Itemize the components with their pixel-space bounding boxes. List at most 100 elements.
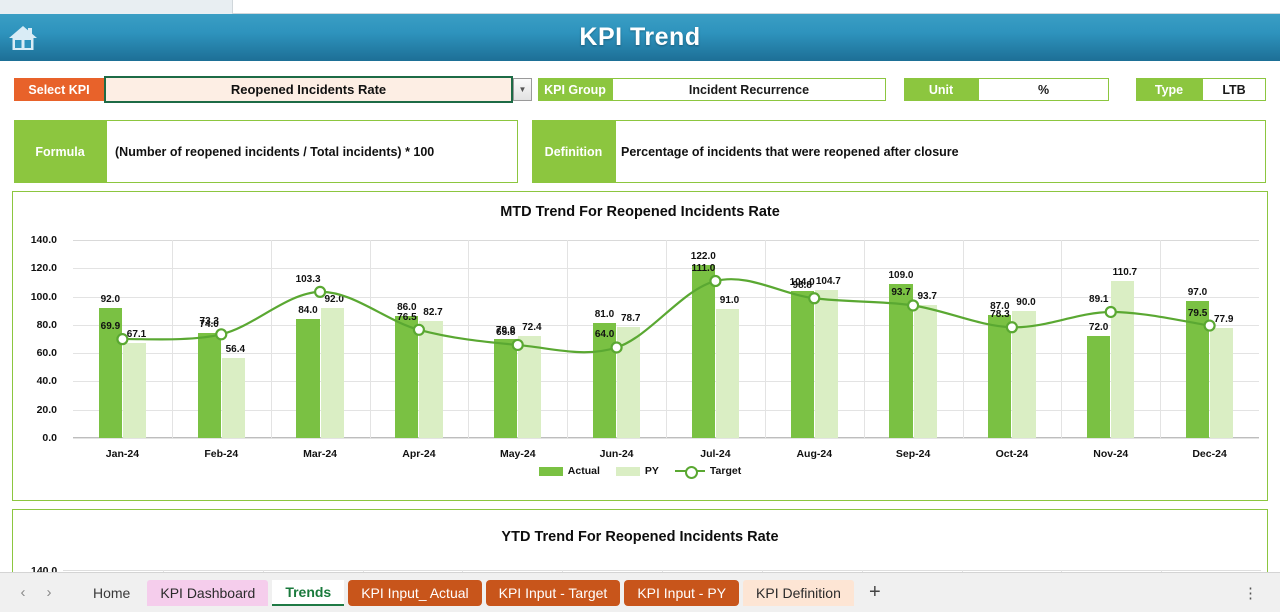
mtd-chart-plot-area: 0.0 20.0 40.0 60.0 80.0 100.0 120.0 140.0 92.0 67… [31,234,1259,460]
sheet-tab-kpi-input-py[interactable]: KPI Input - PY [624,579,740,606]
data-label-py: 82.7 [423,307,443,319]
data-label-py: 77.9 [1213,313,1234,325]
sheet-tab-bar: ‹ › Home KPI Dashboard Trends KPI Input_ Ac… [0,572,1280,612]
data-label-py: 90.0 [1016,296,1036,308]
bar-py[interactable] [814,289,838,438]
legend-label: Target [709,465,742,477]
sheet-tab-trends[interactable]: Trends [272,579,345,606]
home-icon[interactable] [8,24,38,52]
x-axis-tick: Mar-24 [303,448,338,460]
bar-py[interactable] [1012,310,1036,438]
sheet-tab-home[interactable]: Home [80,580,143,606]
bar-py[interactable] [617,326,641,438]
data-label-py: 104.7 [815,275,841,287]
mtd-chart-title: MTD Trend For Reopened Incidents Rate [500,204,780,220]
legend-item-target[interactable]: Target [674,465,742,479]
y-axis-tick: 20.0 [36,403,57,416]
gridline [73,438,1259,439]
legend-item-py[interactable]: PY [615,465,659,477]
data-label-py: 72.4 [522,321,542,333]
legend-label: Actual [567,465,600,477]
data-label-target: 98.8 [792,280,812,292]
sheet-tab-kpi-dashboard[interactable]: KPI Dashboard [147,579,269,606]
data-label-py: 93.7 [917,291,937,303]
legend-line-marker-icon [674,466,705,479]
bar-actual[interactable] [790,290,814,438]
data-label-py: 92.0 [324,293,344,305]
spreadsheet-row-strip [0,0,1280,14]
prev-sheet-button[interactable]: ‹ [10,580,36,606]
formula-cell-area [232,0,1280,14]
bar-py[interactable] [320,307,344,438]
data-label-py: 78.7 [620,312,641,324]
sheet-tab-kpi-input-target[interactable]: KPI Input - Target [485,579,621,606]
next-sheet-button[interactable]: › [36,580,62,606]
y-axis-tick: 80.0 [36,318,57,331]
bar-actual[interactable] [395,316,419,438]
bar-actual[interactable] [197,333,221,438]
bar-py[interactable] [419,321,443,438]
data-label-target: 103.3 [295,273,321,285]
definition-value: Percentage of incidents that were reopen… [615,120,1266,183]
bar-py[interactable] [715,309,740,438]
y-axis-tick: 140.0 [30,234,57,246]
data-label-actual: 122.0 [690,251,716,263]
kpi-group-value: Incident Recurrence [612,78,886,101]
sheet-tab-kpi-definition[interactable]: KPI Definition [743,579,854,606]
category-separator [1160,240,1162,438]
data-label-target: 79.5 [1187,307,1208,319]
data-label-target: 64.0 [594,329,615,341]
kpi-group-label: KPI Group [538,78,612,101]
bar-actual[interactable] [988,314,1012,438]
x-axis-tick: Sep-24 [895,448,931,460]
legend-swatch-icon [538,466,563,476]
chart-legend: Actual PY Target [13,465,1267,479]
category-separator [171,240,173,438]
data-label-target: 89.1 [1089,293,1109,305]
bar-actual[interactable] [494,339,518,438]
bar-actual[interactable] [889,283,913,438]
category-separator [270,240,272,438]
legend-swatch-icon [615,466,640,476]
bar-py[interactable] [913,305,937,438]
sheet-tab-kpi-input-actual[interactable]: KPI Input_ Actual [348,579,482,606]
data-label-actual: 92.0 [100,293,121,305]
formula-label: Formula [14,120,106,183]
page-banner: KPI Trend [0,14,1280,61]
add-sheet-button[interactable]: + [858,581,892,604]
sheet-overflow-menu-icon[interactable]: ⋮ [1243,584,1258,602]
ytd-chart-title: YTD Trend For Reopened Incidents Rate [501,529,779,545]
data-label-py: 110.7 [1112,267,1138,279]
bar-py[interactable] [518,335,542,438]
y-axis-tick: 60.0 [36,347,57,360]
definition-label: Definition [532,120,615,183]
x-axis-tick: Nov-24 [1093,448,1129,460]
data-label-py: 56.4 [225,344,246,356]
bar-actual[interactable] [296,319,320,438]
bar-py[interactable] [221,358,245,438]
chevron-down-icon[interactable]: ▼ [513,78,532,101]
category-separator [666,240,667,438]
data-label-actual: 84.0 [298,305,318,317]
data-label-target: 111.0 [691,263,716,274]
data-label-py: 67.1 [126,329,147,341]
y-axis-tick: 0.0 [42,432,57,444]
category-separator [468,240,470,438]
bar-actual[interactable] [592,323,617,438]
data-label-target: 69.9 [100,321,121,333]
category-separator [764,240,766,438]
bar-actual[interactable] [691,265,715,438]
legend-item-actual[interactable]: Actual [538,465,600,477]
unit-value: % [978,78,1109,101]
bar-py[interactable] [122,343,147,438]
bar-py[interactable] [1210,327,1234,438]
select-kpi-dropdown[interactable]: Reopened Incidents Rate [104,76,513,103]
bar-py[interactable] [1111,281,1135,438]
bar-actual[interactable] [1185,300,1210,438]
formula-value: (Number of reopened incidents / Total in… [106,120,518,183]
unit-label: Unit [904,78,978,101]
data-label-target: 93.7 [891,287,911,299]
x-axis-tick: Oct-24 [995,448,1029,460]
y-axis-tick: 40.0 [36,375,57,388]
bar-actual[interactable] [1087,336,1111,438]
